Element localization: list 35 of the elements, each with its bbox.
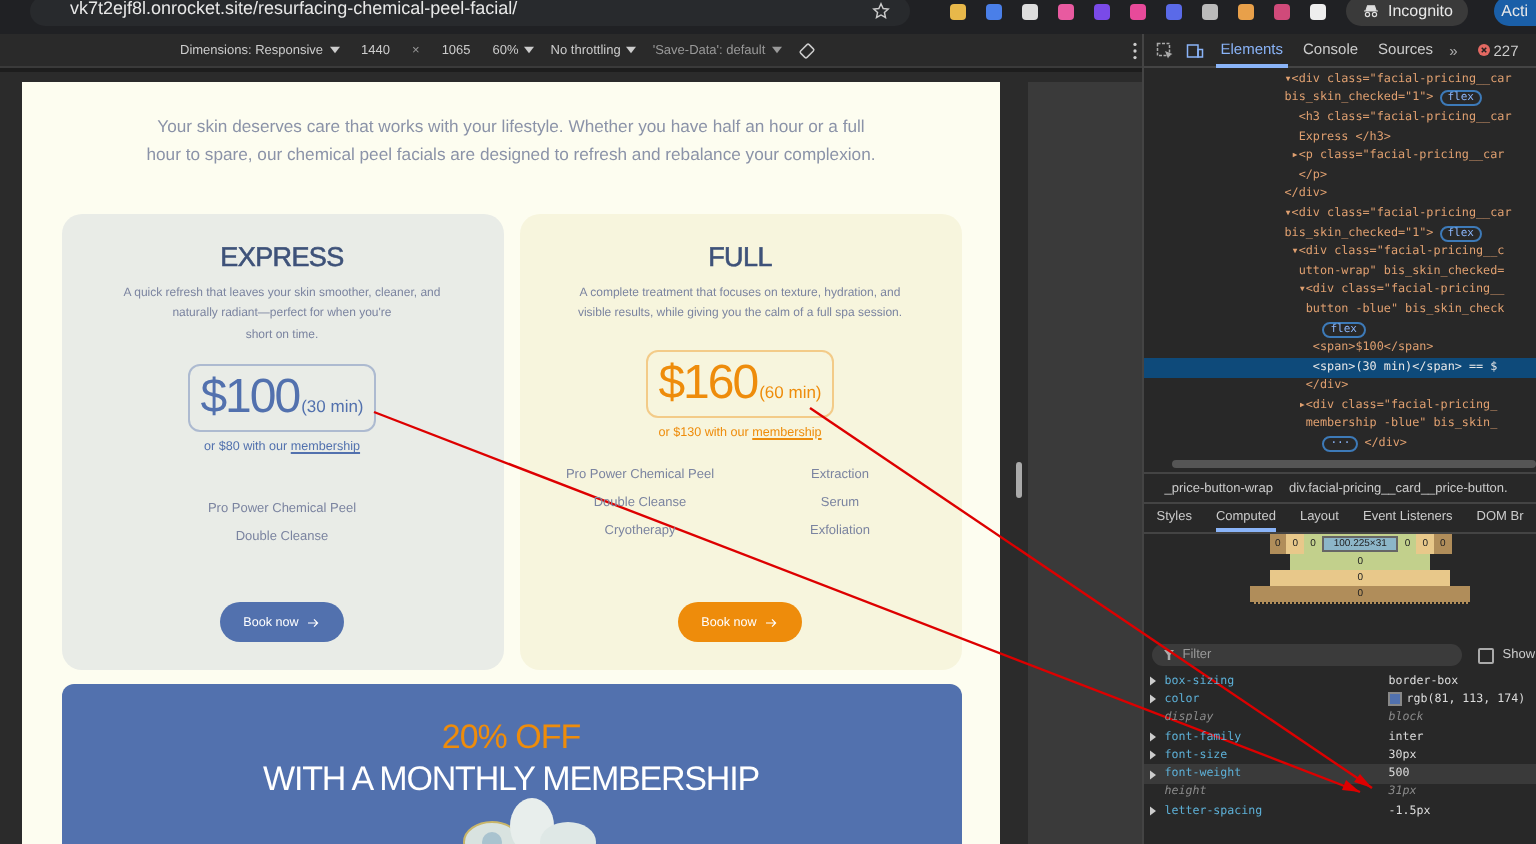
extension-icon[interactable]: [950, 3, 966, 19]
card-title: FULL: [708, 242, 772, 272]
show-all-checkbox[interactable]: [1478, 647, 1495, 663]
action-button[interactable]: Acti: [1493, 0, 1536, 26]
color-swatch[interactable]: [1388, 692, 1403, 707]
address-bar[interactable]: vk7t2ejf8l.onrocket.site/resurfacing-chemical-peel-facial/: [30, 0, 910, 26]
price-tag: $160(60 min): [646, 349, 834, 418]
device-icon[interactable]: [1186, 41, 1205, 59]
rotate-icon[interactable]: [797, 41, 816, 59]
caret-icon: [524, 46, 535, 54]
filter-icon: [1164, 650, 1175, 660]
extension-icon[interactable]: [1202, 3, 1218, 19]
expand-icon[interactable]: [1150, 806, 1157, 817]
horizontal-scrollbar[interactable]: [1172, 460, 1536, 468]
banner-headline: 20% OFF: [441, 718, 581, 758]
menu-icon[interactable]: [1131, 41, 1138, 59]
arrow-right-icon: [766, 617, 779, 627]
extension-icon[interactable]: [1238, 3, 1254, 19]
caret-icon: [771, 46, 782, 54]
error-icon: [1477, 44, 1490, 56]
caret-icon: [626, 46, 637, 54]
caret-icon: [329, 46, 340, 54]
intro-paragraph: Your skin deserves care that works with your lifestyle. Whether you have half an hour or a full hour to spare, our chemical peel facials are designed to refresh and rebalance your complexion.: [146, 114, 876, 168]
star-icon[interactable]: [872, 2, 890, 20]
price-tag: $100(30 min): [188, 363, 376, 432]
url-text: vk7t2ejf8l.onrocket.site/resurfacing-chemical-peel-facial/: [70, 0, 518, 17]
banner-subline: WITH A MONTHLY MEMBERSHIP: [263, 760, 759, 800]
extension-icon[interactable]: [1310, 3, 1326, 19]
card-title: EXPRESS: [220, 242, 344, 272]
incognito-badge[interactable]: Incognito: [1346, 0, 1469, 26]
scrollbar[interactable]: [1016, 462, 1022, 498]
inspect-icon[interactable]: [1156, 41, 1175, 59]
incognito-icon: [1362, 4, 1380, 18]
arrow-right-icon: [308, 617, 321, 627]
extension-icon[interactable]: [1022, 3, 1038, 19]
